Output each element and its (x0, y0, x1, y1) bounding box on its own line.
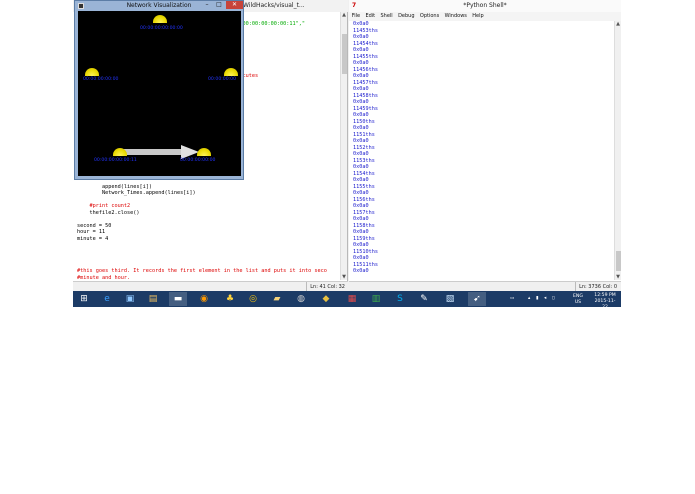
scroll-down-icon[interactable]: ▼ (615, 274, 621, 280)
network-node[interactable] (224, 68, 238, 76)
network-node[interactable] (153, 15, 167, 23)
editor-scroll-thumb[interactable] (342, 34, 347, 74)
skype-icon: S (397, 294, 403, 304)
start-button[interactable]: ⊞ (75, 292, 93, 306)
shell-title: *Python Shell* (463, 2, 507, 9)
shell-output[interactable]: 0x0a0 11453ths 0x0a0 11454ths 0x0a0 11455ths 0… (353, 21, 611, 280)
code-line[interactable]: minute = 4 (77, 236, 108, 243)
maximize-icon[interactable]: □ (214, 1, 224, 9)
taskbar-apps[interactable]: ▦ (343, 292, 361, 306)
tray-flag-icon[interactable]: ▴ (528, 296, 530, 307)
network-node[interactable] (113, 148, 127, 156)
desktop-screen: \WildHacks/visual_t... ,"00:00:00","00:0… (73, 0, 621, 307)
taskbar-media[interactable]: ◉ (195, 292, 213, 306)
scroll-up-icon[interactable]: ▲ (341, 12, 347, 18)
taskbar-notes[interactable]: ▧ (441, 292, 459, 306)
menu-shell[interactable]: Shell (378, 12, 396, 21)
taskbar-python[interactable]: ♣ (221, 292, 239, 306)
shell-menubar: File Edit Shell Debug Options Windows Help (349, 12, 621, 21)
taskbar-search[interactable]: ◍ (292, 292, 310, 306)
taskbar-photo[interactable]: ▤ (144, 292, 162, 306)
taskbar-skype[interactable]: S (391, 292, 409, 306)
network-node[interactable] (197, 148, 211, 156)
taskbar: ⊞ e ▣ ▤ ▬ ◉ ♣ ◎ ▰ ◍ ◆ ▦ ▥ S ✎ ▧ ➹ ▭ ▴ ▮ ◂ ▯ ENG US 12:59… (73, 291, 621, 307)
notes-icon: ▧ (445, 294, 455, 304)
taskbar-idle[interactable]: ✎ (415, 292, 433, 306)
node-label: 00:00:00:00:00 (180, 158, 216, 163)
close-icon[interactable]: ✕ (226, 1, 243, 9)
internet-explorer-icon: e (104, 294, 110, 304)
taskbar-ie[interactable]: e (98, 292, 116, 306)
scroll-up-icon[interactable]: ▲ (615, 21, 621, 27)
taskbar-pyshell[interactable]: ➹ (468, 292, 486, 306)
keyboard-icon[interactable]: ▭ (510, 296, 524, 307)
taskbar-computer[interactable]: ▣ (121, 292, 139, 306)
menu-debug[interactable]: Debug (395, 12, 417, 21)
computer-icon: ▣ (125, 294, 135, 304)
menu-options[interactable]: Options (417, 12, 442, 21)
scroll-down-icon[interactable]: ▼ (341, 274, 347, 280)
clock[interactable]: 12:59 PM 2015-11-22 (593, 293, 617, 307)
python-icon: ♣ (225, 294, 235, 304)
network-node[interactable] (85, 68, 99, 76)
code-line[interactable]: #minute and hour. (77, 275, 130, 281)
region-code: US (574, 299, 582, 305)
minimize-icon[interactable]: – (202, 1, 212, 9)
node-label: 00:00:00:00:00 (83, 77, 119, 82)
network-canvas[interactable]: 00:00:00:00:00:00 00:00:00:00:00 00:00:0… (78, 11, 241, 176)
menu-edit[interactable]: Edit (363, 12, 378, 21)
editor-statusbar: Ln: 41 Col: 32 (73, 281, 348, 292)
apps-icon: ▦ (347, 294, 357, 304)
input-language[interactable]: ENG US (573, 294, 583, 307)
menu-help[interactable]: Help (470, 12, 487, 21)
editor-scrollbar[interactable]: ▲ ▼ (340, 12, 347, 280)
clock-date: 2015-11-22 (594, 299, 616, 307)
windows-logo-icon: ⊞ (80, 294, 88, 304)
idle-editor-icon: ✎ (420, 294, 428, 304)
python-shell-window: 7 *Python Shell* File Edit Shell Debug Optio… (349, 0, 621, 292)
tray-volume-icon[interactable]: ◂ (544, 296, 546, 307)
output-line: 0x0a0 (353, 268, 369, 274)
magnifier-icon: ◍ (297, 294, 305, 304)
node-label: 00:00:00:00:00:11 (94, 158, 137, 163)
network-icon: ◆ (322, 294, 330, 304)
taskbar-terminal[interactable]: ▬ (169, 292, 187, 306)
tray-battery-icon[interactable]: ▯ (552, 296, 555, 307)
folder-icon: ▰ (273, 294, 281, 304)
taskbar-excel[interactable]: ▥ (367, 292, 385, 306)
taskbar-explorer[interactable]: ▰ (268, 292, 286, 306)
shell-scrollbar[interactable]: ▲ ▼ (614, 21, 621, 280)
tray-network-icon[interactable]: ▮ (536, 296, 539, 307)
shell-statusbar: Ln: 3736 Col: 0 (349, 281, 621, 292)
terminal-icon: ▬ (173, 294, 183, 304)
language-code: ENG (573, 294, 583, 299)
chrome-icon: ◎ (249, 294, 257, 304)
network-visualization-window: Network Visualization – □ ✕ 00:00:00:00:… (74, 0, 244, 180)
shell-scroll-thumb[interactable] (616, 251, 621, 271)
python-shell-icon: ➹ (473, 294, 481, 304)
spreadsheet-icon: ▥ (371, 294, 381, 304)
menu-windows[interactable]: Windows (442, 12, 470, 21)
menu-file[interactable]: File (349, 12, 363, 21)
shell-titlebar[interactable]: 7 *Python Shell* (349, 0, 621, 12)
code-line[interactable]: Network_Times.append(lines[i]) (77, 190, 196, 197)
node-label: 00:00:00:00:00:00 (140, 26, 183, 31)
code-line[interactable]: thefile2.close() (77, 210, 139, 217)
media-player-icon: ◉ (200, 294, 208, 304)
taskbar-chrome[interactable]: ◎ (244, 292, 262, 306)
taskbar-network[interactable]: ◆ (317, 292, 335, 306)
node-label: 00:00:00:00 (208, 77, 237, 82)
photo-viewer-icon: ▤ (148, 294, 158, 304)
